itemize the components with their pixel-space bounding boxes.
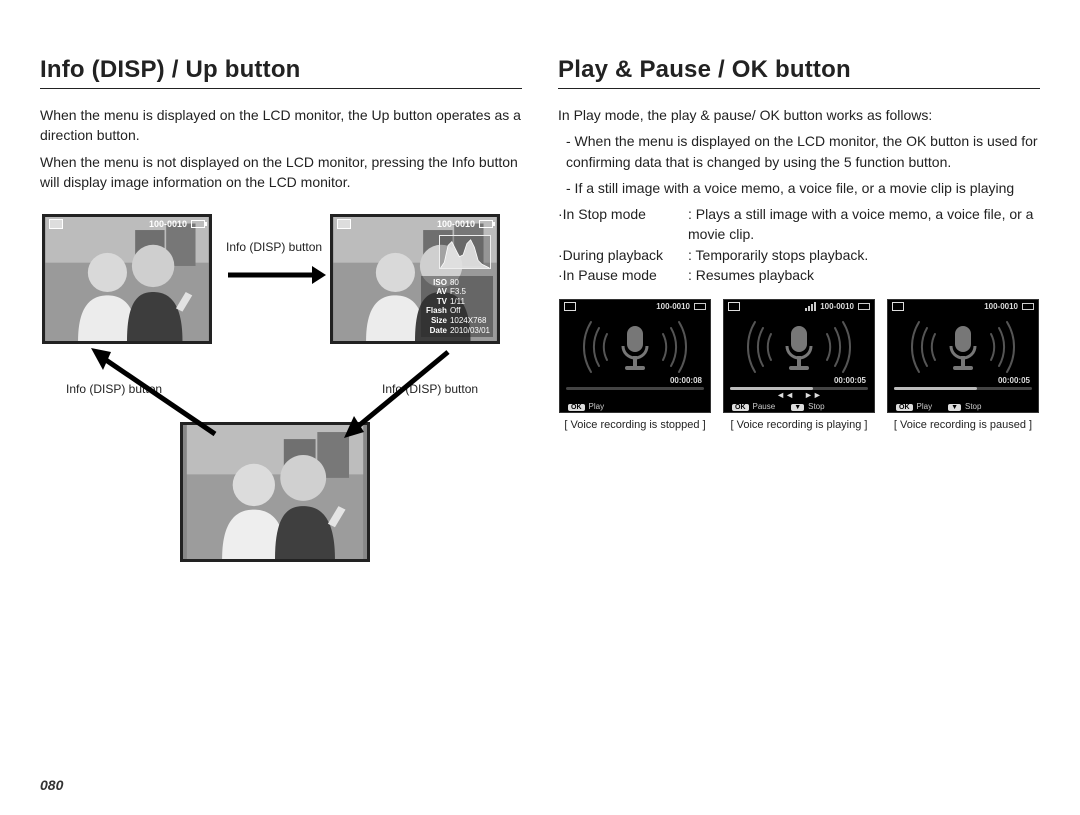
- file-number: 100-0010: [437, 219, 475, 229]
- file-number: 100-0010: [656, 302, 690, 311]
- right-intro: In Play mode, the play & pause/ OK butto…: [558, 105, 1040, 125]
- right-bullet-2: - If a still image with a voice memo, a …: [558, 178, 1040, 198]
- footer-action: ▼ Stop: [948, 402, 981, 411]
- lcd-thumb-basic: 100-0010: [42, 214, 212, 344]
- battery-icon: [858, 303, 870, 310]
- voice-screen-card: 100-0010 00:00:08 OK Play [ Voice recording …: [558, 299, 712, 431]
- progress-bar: [894, 387, 1032, 390]
- button-badge: ▼: [948, 404, 961, 411]
- file-number: 100-0010: [149, 219, 187, 229]
- info-disp-diagram: 100-0010: [40, 206, 522, 576]
- lcd-voice-screen: 100-0010 00:00:05 ◄◄ ►► OK Pause ▼ Stop: [723, 299, 875, 413]
- button-badge: OK: [732, 404, 749, 411]
- microphone-icon: [739, 312, 859, 382]
- divider: [40, 88, 522, 89]
- left-column: Info (DISP) / Up button When the menu is…: [40, 56, 522, 576]
- battery-icon: [1022, 303, 1034, 310]
- lcd-voice-screen: 100-0010 00:00:05 OK Play ▼ Stop: [887, 299, 1039, 413]
- playback-icon: [49, 219, 63, 229]
- playback-icon: [337, 219, 351, 229]
- footer-action-text: Stop: [808, 402, 824, 411]
- file-number: 100-0010: [820, 302, 854, 311]
- mode-row: ·In Stop mode : Plays a still image with…: [558, 204, 1040, 245]
- mode-row: ·During playback : Temporarily stops pla…: [558, 245, 1040, 265]
- left-heading: Info (DISP) / Up button: [40, 56, 522, 84]
- footer-action: ▼ Stop: [791, 402, 824, 411]
- image-metadata: ISO80 AVF3.5 TV1/11 FlashOff Size1024X76…: [421, 276, 493, 338]
- rew-icon: ◄◄: [776, 390, 794, 400]
- elapsed-time: 00:00:05: [998, 376, 1030, 385]
- footer-action: OK Play: [896, 402, 932, 411]
- battery-icon: [694, 303, 706, 310]
- lcd-thumb-plain: [180, 422, 370, 562]
- right-bullet-1: - When the menu is displayed on the LCD …: [558, 131, 1040, 172]
- file-number: 100-0010: [984, 302, 1018, 311]
- voice-screen-card: 100-0010 00:00:05 OK Play ▼ Stop [ Voice recor…: [886, 299, 1040, 431]
- microphone-icon: [903, 312, 1023, 382]
- thumb-topbar: 100-0010: [49, 219, 205, 229]
- arrow-right-icon: [226, 260, 326, 290]
- lcd-voice-screen: 100-0010 00:00:08 OK Play: [559, 299, 711, 413]
- battery-icon: [479, 220, 493, 228]
- microphone-icon: [575, 312, 695, 382]
- arrow-label-bottom-right: Info (DISP) button: [382, 382, 478, 396]
- button-badge: OK: [896, 404, 913, 411]
- right-heading: Play & Pause / OK button: [558, 56, 1040, 84]
- histogram: [439, 235, 491, 269]
- footer-action-text: Play: [589, 402, 605, 411]
- mode-list: ·In Stop mode : Plays a still image with…: [558, 204, 1040, 285]
- screen-caption: [ Voice recording is playing ]: [731, 419, 868, 431]
- lcd-thumb-detailed: 100-0010 ISO80 AVF3.5 TV1/11 FlashOff Si…: [330, 214, 500, 344]
- divider: [558, 88, 1040, 89]
- left-para-2: When the menu is not displayed on the LC…: [40, 152, 522, 193]
- ff-icon: ►►: [804, 390, 822, 400]
- elapsed-time: 00:00:05: [834, 376, 866, 385]
- signal-bars-icon: [805, 302, 816, 311]
- left-para-1: When the menu is displayed on the LCD mo…: [40, 105, 522, 146]
- playback-mode-icon: [892, 302, 904, 311]
- screen-caption: [ Voice recording is stopped ]: [564, 419, 705, 431]
- battery-icon: [191, 220, 205, 228]
- couple-illustration: [45, 217, 209, 341]
- footer-action: OK Play: [568, 402, 604, 411]
- screen-topbar: 100-0010: [564, 302, 706, 311]
- screen-topbar: 100-0010: [728, 302, 870, 311]
- screen-caption: [ Voice recording is paused ]: [894, 419, 1032, 431]
- footer-action-text: Pause: [753, 402, 776, 411]
- voice-screen-row: 100-0010 00:00:08 OK Play [ Voice recording …: [558, 299, 1040, 431]
- footer-action-text: Play: [917, 402, 933, 411]
- footer-action: OK Pause: [732, 402, 775, 411]
- footer-action-text: Stop: [965, 402, 981, 411]
- playback-mode-icon: [728, 302, 740, 311]
- playback-mode-icon: [564, 302, 576, 311]
- thumb-topbar: 100-0010: [337, 219, 493, 229]
- button-badge: OK: [568, 404, 585, 411]
- arrow-label-bottom-left: Info (DISP) button: [66, 382, 162, 396]
- voice-screen-card: 100-0010 00:00:05 ◄◄ ►► OK Pause ▼ Stop [ Voice …: [722, 299, 876, 431]
- couple-illustration: [183, 425, 367, 559]
- screen-topbar: 100-0010: [892, 302, 1034, 311]
- elapsed-time: 00:00:08: [670, 376, 702, 385]
- mode-row: ·In Pause mode : Resumes playback: [558, 265, 1040, 285]
- arrow-label-right: Info (DISP) button: [226, 240, 322, 254]
- page-number: 080: [40, 777, 63, 793]
- button-badge: ▼: [791, 404, 804, 411]
- right-column: Play & Pause / OK button In Play mode, t…: [558, 56, 1040, 576]
- progress-bar: [566, 387, 704, 390]
